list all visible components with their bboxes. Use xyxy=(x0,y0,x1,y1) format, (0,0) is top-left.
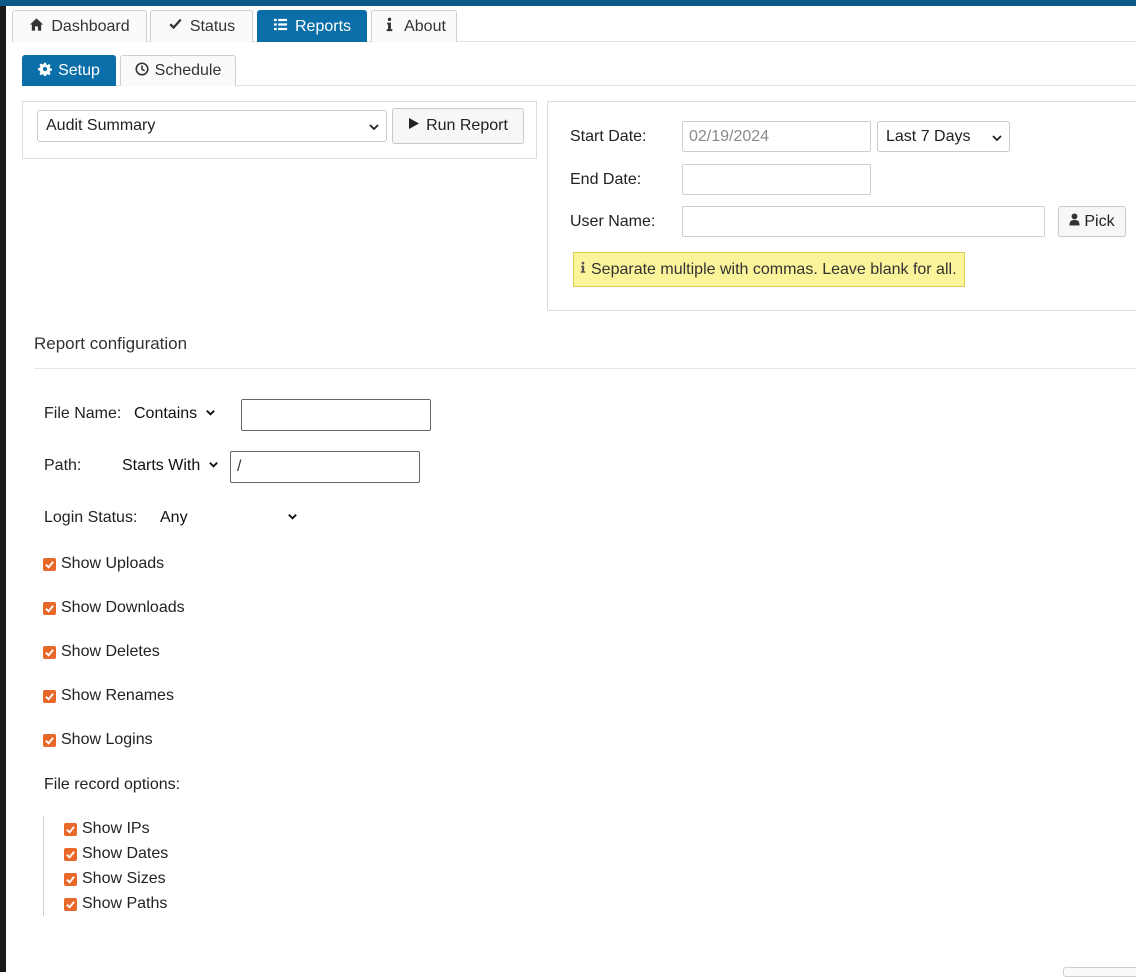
checkbox-label: Show IPs xyxy=(82,820,150,837)
checkbox-checked-icon xyxy=(43,645,56,659)
clock-icon xyxy=(135,61,149,81)
start-date-input[interactable]: 02/19/2024 xyxy=(682,121,871,152)
tab-schedule[interactable]: Schedule xyxy=(120,55,236,86)
tab-label: About xyxy=(404,17,446,35)
user-icon xyxy=(1069,212,1080,231)
sub-tabs: Setup Schedule xyxy=(22,55,1136,86)
left-window-edge xyxy=(0,0,6,972)
report-type-select[interactable]: Audit Summary xyxy=(37,110,387,142)
checkbox-label: Show Dates xyxy=(82,845,169,862)
checkbox-checked-icon xyxy=(43,733,56,747)
tab-label: Schedule xyxy=(154,62,222,79)
checkbox-label: Show Logins xyxy=(61,731,153,748)
checkbox-label: Show Renames xyxy=(61,687,174,704)
tab-label: Status xyxy=(189,17,236,35)
tab-label: Dashboard xyxy=(51,17,130,35)
end-date-input[interactable] xyxy=(682,164,871,195)
path-mode-value: Starts With xyxy=(122,457,201,474)
tab-dashboard[interactable]: Dashboard xyxy=(12,10,147,42)
start-date-label: Start Date: xyxy=(570,128,647,145)
run-report-label: Run Report xyxy=(426,117,508,134)
checkbox-checked-icon xyxy=(64,872,77,886)
file-record-options-label: File record options: xyxy=(44,776,181,793)
path-label: Path: xyxy=(44,457,82,474)
checkbox-label: Show Deletes xyxy=(61,643,160,660)
path-input[interactable]: / xyxy=(230,451,420,483)
top-bar xyxy=(0,0,1136,6)
user-name-hint: Separate multiple with commas. Leave bla… xyxy=(573,252,965,287)
path-mode-select[interactable]: Starts With xyxy=(122,457,219,475)
checkbox-checked-icon xyxy=(43,601,56,615)
checkbox-label: Show Downloads xyxy=(61,599,185,616)
list-icon xyxy=(273,17,288,37)
show-ips-checkbox[interactable]: Show IPs xyxy=(64,820,150,838)
checkbox-checked-icon xyxy=(43,689,56,703)
checkbox-label: Show Sizes xyxy=(82,870,166,887)
home-icon xyxy=(29,17,44,37)
show-uploads-checkbox[interactable]: Show Uploads xyxy=(43,555,164,573)
hint-text: Separate multiple with commas. Leave bla… xyxy=(591,260,957,278)
pick-user-button[interactable]: Pick xyxy=(1058,206,1126,237)
login-status-value: Any xyxy=(160,509,188,526)
show-renames-checkbox[interactable]: Show Renames xyxy=(43,687,174,705)
gear-icon xyxy=(38,62,53,81)
play-icon xyxy=(408,117,420,135)
checkbox-checked-icon xyxy=(64,847,77,861)
info-icon xyxy=(580,261,586,279)
file-name-mode-select[interactable]: Contains xyxy=(134,405,216,423)
user-name-input[interactable] xyxy=(682,206,1045,237)
path-value: / xyxy=(237,458,242,475)
chevron-down-icon xyxy=(287,509,298,527)
checkbox-checked-icon xyxy=(43,557,56,571)
checkbox-checked-icon xyxy=(64,822,77,836)
chevron-down-icon xyxy=(205,405,216,423)
end-date-label: End Date: xyxy=(570,171,642,188)
checkbox-label: Show Paths xyxy=(82,895,168,912)
run-report-button[interactable]: Run Report xyxy=(392,108,524,144)
show-sizes-checkbox[interactable]: Show Sizes xyxy=(64,870,166,888)
tab-status[interactable]: Status xyxy=(150,10,253,42)
show-dates-checkbox[interactable]: Show Dates xyxy=(64,845,168,863)
checkbox-checked-icon xyxy=(64,897,77,911)
report-select-panel: Audit Summary Run Report xyxy=(22,101,537,159)
report-type-value: Audit Summary xyxy=(46,117,156,134)
report-configuration-title: Report configuration xyxy=(34,334,188,353)
date-range-select[interactable]: Last 7 Days xyxy=(877,121,1010,152)
tab-reports[interactable]: Reports xyxy=(257,10,367,42)
tab-setup[interactable]: Setup xyxy=(22,55,116,86)
chevron-down-icon xyxy=(368,120,380,132)
tab-label: Reports xyxy=(294,17,352,35)
checkbox-label: Show Uploads xyxy=(61,555,165,572)
chevron-down-icon xyxy=(991,131,1003,143)
chevron-down-icon xyxy=(208,457,219,475)
pick-label: Pick xyxy=(1084,212,1115,230)
section-divider xyxy=(34,368,1136,369)
tab-about[interactable]: About xyxy=(371,10,457,42)
file-name-input[interactable] xyxy=(241,399,431,431)
show-deletes-checkbox[interactable]: Show Deletes xyxy=(43,643,160,661)
user-name-label: User Name: xyxy=(570,213,656,230)
file-record-group-border xyxy=(43,816,44,916)
check-icon xyxy=(168,17,183,37)
tab-label: Setup xyxy=(58,62,100,79)
date-range-value: Last 7 Days xyxy=(886,127,971,145)
main-tabs: Dashboard Status Reports About xyxy=(12,10,1136,42)
show-logins-checkbox[interactable]: Show Logins xyxy=(43,731,153,749)
login-status-label: Login Status: xyxy=(44,509,138,526)
login-status-select[interactable]: Any xyxy=(160,509,298,527)
file-name-label: File Name: xyxy=(44,405,122,422)
show-paths-checkbox[interactable]: Show Paths xyxy=(64,895,167,913)
info-icon xyxy=(382,17,397,37)
partial-button[interactable] xyxy=(1063,967,1136,977)
start-date-value: 02/19/2024 xyxy=(689,127,770,145)
show-downloads-checkbox[interactable]: Show Downloads xyxy=(43,599,185,617)
file-name-mode-value: Contains xyxy=(134,405,198,422)
